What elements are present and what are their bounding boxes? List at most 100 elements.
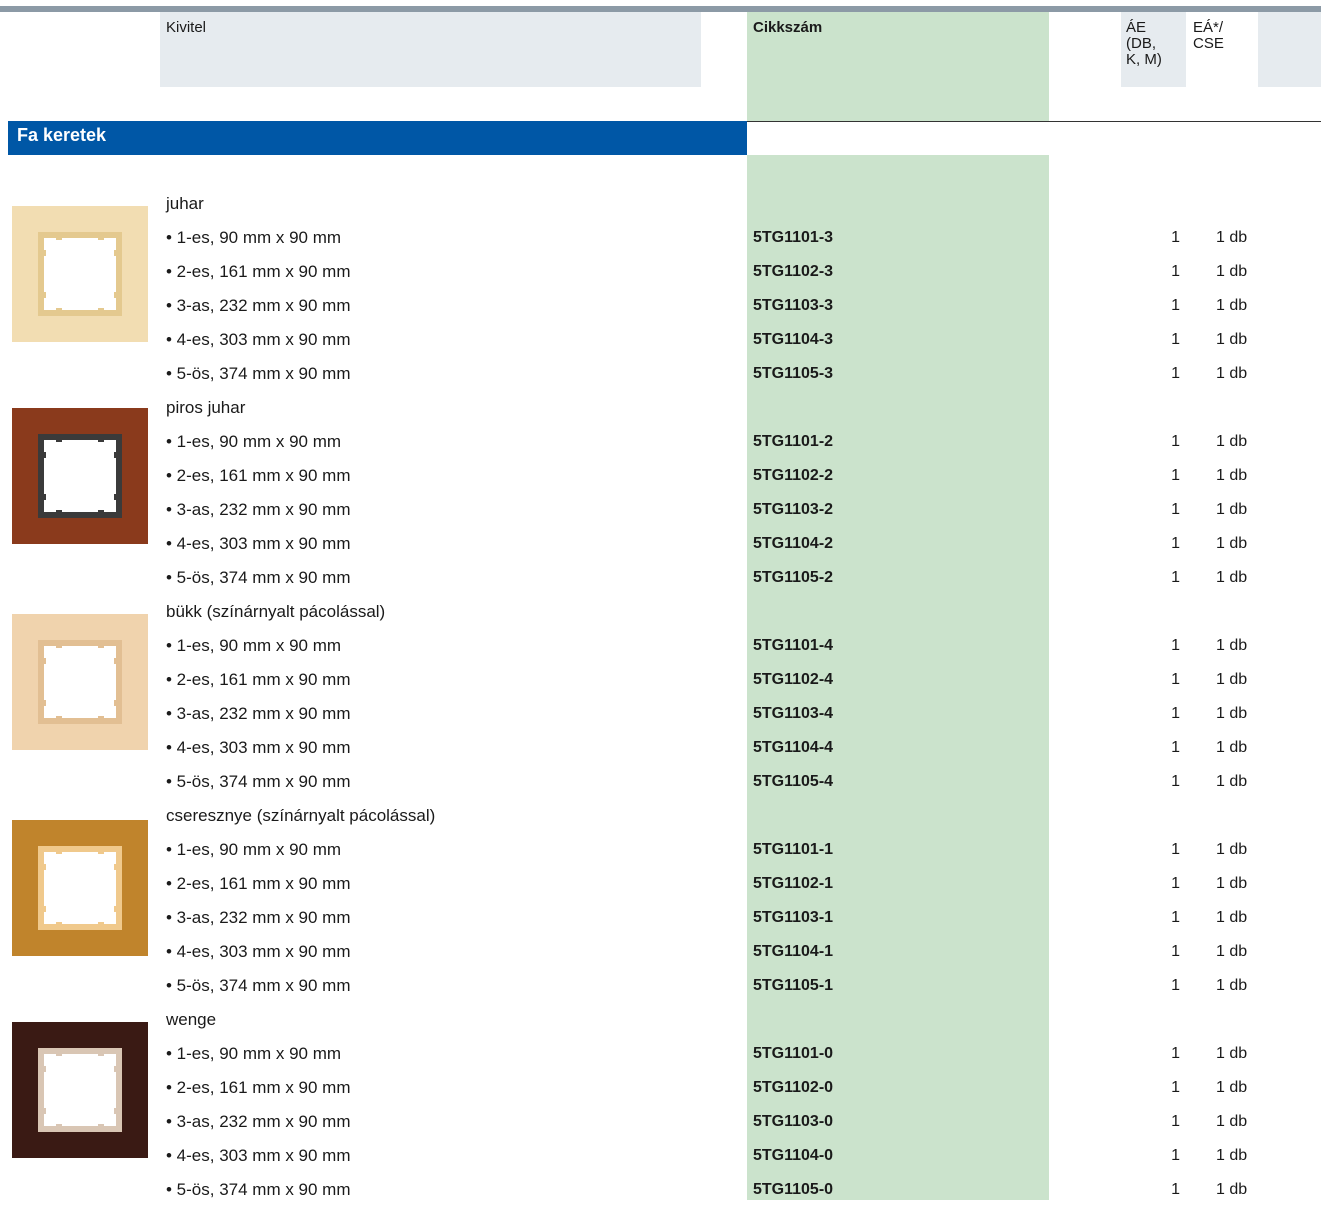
ea-header-line: CSE [1193,35,1224,52]
table-row: • 4-es, 303 mm x 90 mm 5TG1104-1 1 1 db [0,935,1321,969]
item-ae: 1 [1171,977,1180,994]
item-code: 5TG1102-0 [753,1079,834,1096]
item-ae: 1 [1171,467,1180,484]
group-header-row: wenge [0,1003,1321,1037]
item-ea: 1 db [1216,433,1248,450]
column-header-cikkszam: Cikkszám [753,19,823,36]
item-ea: 1 db [1216,739,1248,756]
item-code: 5TG1103-2 [753,501,834,518]
table-row: • 1-es, 90 mm x 90 mm 5TG1101-4 1 1 db [0,629,1321,663]
table-row: • 4-es, 303 mm x 90 mm 5TG1104-3 1 1 db [0,323,1321,357]
item-description: • 5-ös, 374 mm x 90 mm [166,568,351,587]
group-name: cseresznye (színárnyalt pácolással) [166,806,436,825]
item-code: 5TG1102-3 [753,263,834,280]
ae-header-line: (DB, [1126,35,1156,52]
item-description: • 5-ös, 374 mm x 90 mm [166,1180,351,1199]
item-ae: 1 [1171,229,1180,246]
item-ea: 1 db [1216,467,1248,484]
item-code: 5TG1104-2 [753,535,834,552]
table-row: • 1-es, 90 mm x 90 mm 5TG1101-0 1 1 db [0,1037,1321,1071]
item-ae: 1 [1171,705,1180,722]
item-ea: 1 db [1216,1079,1248,1096]
item-ea: 1 db [1216,535,1248,552]
table-row: • 5-ös, 374 mm x 90 mm 5TG1105-3 1 1 db [0,357,1321,391]
table-row: • 3-as, 232 mm x 90 mm 5TG1103-2 1 1 db [0,493,1321,527]
item-code: 5TG1103-3 [753,297,834,314]
item-description: • 4-es, 303 mm x 90 mm [166,534,351,553]
item-ae: 1 [1171,501,1180,518]
table-row: • 3-as, 232 mm x 90 mm 5TG1103-3 1 1 db [0,289,1321,323]
item-ae: 1 [1171,637,1180,654]
group-header-row: piros juhar [0,391,1321,425]
item-ae: 1 [1171,569,1180,586]
item-code: 5TG1104-4 [753,739,834,756]
item-ea: 1 db [1216,331,1248,348]
item-ae: 1 [1171,433,1180,450]
item-ea: 1 db [1216,229,1248,246]
table-row: • 4-es, 303 mm x 90 mm 5TG1104-2 1 1 db [0,527,1321,561]
ae-header-line: K, M) [1126,51,1162,68]
item-description: • 1-es, 90 mm x 90 mm [166,1044,342,1063]
item-description: • 1-es, 90 mm x 90 mm [166,228,342,247]
table-row: • 2-es, 161 mm x 90 mm 5TG1102-0 1 1 db [0,1071,1321,1105]
item-code: 5TG1102-1 [753,875,834,892]
table-row: • 3-as, 232 mm x 90 mm 5TG1103-1 1 1 db [0,901,1321,935]
item-description: • 2-es, 161 mm x 90 mm [166,874,351,893]
item-code: 5TG1104-0 [753,1147,834,1164]
table-row: • 4-es, 303 mm x 90 mm 5TG1104-0 1 1 db [0,1139,1321,1173]
item-description: • 4-es, 303 mm x 90 mm [166,738,351,757]
table-row: • 1-es, 90 mm x 90 mm 5TG1101-3 1 1 db [0,221,1321,255]
item-ae: 1 [1171,331,1180,348]
item-description: • 1-es, 90 mm x 90 mm [166,636,342,655]
item-ea: 1 db [1216,501,1248,518]
item-ea: 1 db [1216,637,1248,654]
table-row: • 2-es, 161 mm x 90 mm 5TG1102-4 1 1 db [0,663,1321,697]
ae-header-line: ÁE [1126,19,1147,36]
group-name: wenge [166,1010,217,1029]
item-ae: 1 [1171,841,1180,858]
table-row: • 2-es, 161 mm x 90 mm 5TG1102-2 1 1 db [0,459,1321,493]
item-code: 5TG1105-0 [753,1181,834,1198]
item-ae: 1 [1171,263,1180,280]
item-ea: 1 db [1216,569,1248,586]
group-header-row: juhar [0,187,1321,221]
column-header-kivitel: Kivitel [166,19,207,36]
item-description: • 3-as, 232 mm x 90 mm [166,908,351,927]
group-header-row: cseresznye (színárnyalt pácolással) [0,799,1321,833]
item-ea: 1 db [1216,1113,1248,1130]
item-ae: 1 [1171,535,1180,552]
item-ae: 1 [1171,773,1180,790]
item-ea: 1 db [1216,705,1248,722]
item-ea: 1 db [1216,909,1248,926]
item-ea: 1 db [1216,841,1248,858]
header-rule [747,121,1321,122]
item-ea: 1 db [1216,773,1248,790]
table-row: • 3-as, 232 mm x 90 mm 5TG1103-0 1 1 db [0,1105,1321,1139]
item-description: • 2-es, 161 mm x 90 mm [166,670,351,689]
item-code: 5TG1102-2 [753,467,834,484]
item-description: • 1-es, 90 mm x 90 mm [166,432,342,451]
column-header-ea: EÁ*/ CSE [1193,20,1224,52]
item-description: • 5-ös, 374 mm x 90 mm [166,976,351,995]
section-header-bar [8,121,747,155]
item-description: • 2-es, 161 mm x 90 mm [166,262,351,281]
item-ae: 1 [1171,739,1180,756]
column-header-ae: ÁE (DB, K, M) [1126,20,1162,68]
item-description: • 4-es, 303 mm x 90 mm [166,330,351,349]
item-description: • 3-as, 232 mm x 90 mm [166,500,351,519]
item-code: 5TG1101-2 [753,433,834,450]
group-name: piros juhar [166,398,246,417]
item-ae: 1 [1171,671,1180,688]
item-code: 5TG1101-0 [753,1045,834,1062]
item-code: 5TG1101-1 [753,841,834,858]
item-code: 5TG1105-3 [753,365,834,382]
item-ea: 1 db [1216,977,1248,994]
item-description: • 3-as, 232 mm x 90 mm [166,704,351,723]
item-ae: 1 [1171,1079,1180,1096]
item-code: 5TG1104-1 [753,943,834,960]
item-ea: 1 db [1216,365,1248,382]
item-description: • 4-es, 303 mm x 90 mm [166,1146,351,1165]
item-description: • 2-es, 161 mm x 90 mm [166,1078,351,1097]
item-code: 5TG1105-4 [753,773,834,790]
item-code: 5TG1103-4 [753,705,834,722]
